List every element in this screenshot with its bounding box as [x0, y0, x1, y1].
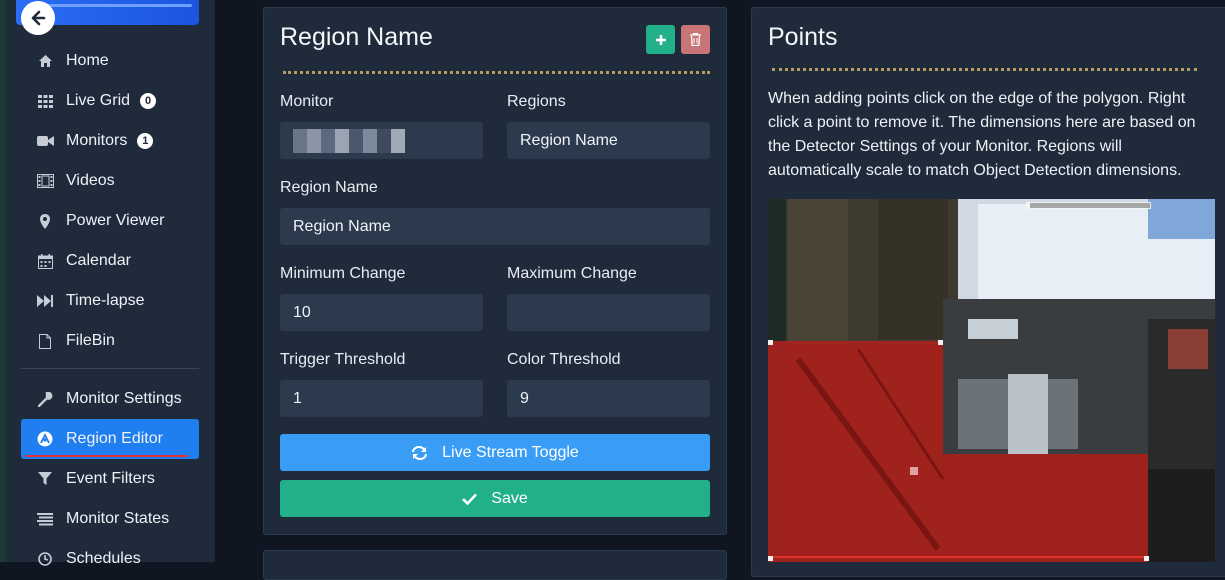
sidebar-item-live-grid[interactable]: Live Grid 0: [21, 81, 199, 121]
sidebar-item-label: Power Viewer: [66, 212, 165, 229]
sidebar-item-home[interactable]: Home: [21, 41, 199, 81]
sidebar-item-label: Schedules: [66, 550, 141, 567]
save-button[interactable]: Save: [280, 480, 710, 517]
sidebar-item-label: Videos: [66, 172, 115, 189]
region-editor-icon: [36, 430, 54, 448]
color-threshold-label: Color Threshold: [507, 351, 621, 368]
points-title-separator: [772, 68, 1197, 71]
count-badge: 0: [140, 93, 157, 109]
add-region-button[interactable]: [646, 25, 675, 54]
list-icon: [36, 510, 54, 528]
sidebar-item-label: Region Editor: [66, 430, 163, 447]
monitor-select[interactable]: [280, 122, 483, 159]
wrench-icon: [36, 390, 54, 408]
sidebar-item-label: Calendar: [66, 252, 131, 269]
sidebar-item-label: Monitor Settings: [66, 390, 182, 407]
sidebar-item-event-filters[interactable]: Event Filters: [21, 459, 199, 499]
sidebar-item-time-lapse[interactable]: Time-lapse: [21, 281, 199, 321]
calendar-icon: [36, 252, 54, 270]
count-badge: 1: [137, 133, 154, 149]
live-stream-toggle-button[interactable]: Live Stream Toggle: [280, 434, 710, 471]
sidebar-item-label: Event Filters: [66, 470, 155, 487]
film-icon: [36, 172, 54, 190]
map-pin-icon: [36, 212, 54, 230]
trash-icon: [690, 33, 701, 46]
video-camera-icon: [36, 132, 54, 150]
sidebar-item-monitor-settings[interactable]: Monitor Settings: [21, 379, 199, 419]
trigger-threshold-input[interactable]: 1: [280, 380, 483, 417]
sidebar-item-schedules[interactable]: Schedules: [21, 539, 199, 579]
sidebar-item-monitors[interactable]: Monitors 1: [21, 121, 199, 161]
sidebar-item-monitor-states[interactable]: Monitor States: [21, 499, 199, 539]
panel-title: Region Name: [280, 23, 433, 51]
max-change-label: Maximum Change: [507, 265, 637, 282]
sidebar-item-label: Monitors: [66, 132, 128, 149]
min-change-input[interactable]: 10: [280, 294, 483, 331]
refresh-icon: [411, 445, 428, 460]
save-label: Save: [491, 489, 528, 507]
arrow-left-icon: [31, 10, 46, 26]
camera-feed-canvas[interactable]: [768, 199, 1215, 562]
home-icon: [36, 52, 54, 70]
plus-icon: [655, 34, 666, 45]
redacted-monitor-name: [293, 128, 405, 153]
regions-select[interactable]: Region Name: [507, 122, 710, 159]
clock-icon: [36, 550, 54, 568]
fast-forward-icon: [36, 292, 54, 310]
sidebar-item-label: Monitor States: [66, 510, 170, 527]
delete-region-button[interactable]: [681, 25, 710, 54]
sidebar-item-label: FileBin: [66, 332, 115, 349]
region-name-label: Region Name: [280, 179, 378, 196]
title-separator: [283, 71, 710, 74]
camera-feed-image: [768, 199, 1215, 562]
max-change-input[interactable]: [507, 294, 710, 331]
color-threshold-input[interactable]: 9: [507, 380, 710, 417]
regions-label: Regions: [507, 93, 566, 110]
sidebar-item-filebin[interactable]: FileBin: [21, 321, 199, 361]
filter-icon: [36, 470, 54, 488]
sidebar-item-label: Home: [66, 52, 109, 69]
min-change-label: Minimum Change: [280, 265, 406, 282]
sidebar-item-label: Live Grid: [66, 92, 131, 109]
region-settings-panel: Region Name Monitor Regions Region Name …: [263, 7, 727, 535]
active-item-underline: [25, 455, 188, 457]
sidebar-item-videos[interactable]: Videos: [21, 161, 199, 201]
monitor-label: Monitor: [280, 93, 334, 110]
sidebar: Home Live Grid 0 Monitors 1 Videos Power…: [6, 0, 215, 567]
file-icon: [36, 332, 54, 350]
sidebar-item-region-editor[interactable]: Region Editor: [21, 419, 199, 459]
points-help-text: When adding points click on the edge of …: [768, 90, 1196, 179]
sidebar-divider: [21, 368, 199, 369]
grid-icon: [36, 92, 54, 110]
region-name-input[interactable]: Region Name: [280, 208, 710, 245]
sidebar-item-label: Time-lapse: [66, 292, 145, 309]
sidebar-item-power-viewer[interactable]: Power Viewer: [21, 201, 199, 241]
live-stream-label: Live Stream Toggle: [442, 443, 579, 461]
points-title: Points: [768, 23, 838, 51]
trigger-threshold-label: Trigger Threshold: [280, 351, 406, 368]
sidebar-item-calendar[interactable]: Calendar: [21, 241, 199, 281]
secondary-panel: [263, 550, 727, 580]
check-icon: [462, 493, 478, 505]
back-button[interactable]: [21, 1, 55, 35]
